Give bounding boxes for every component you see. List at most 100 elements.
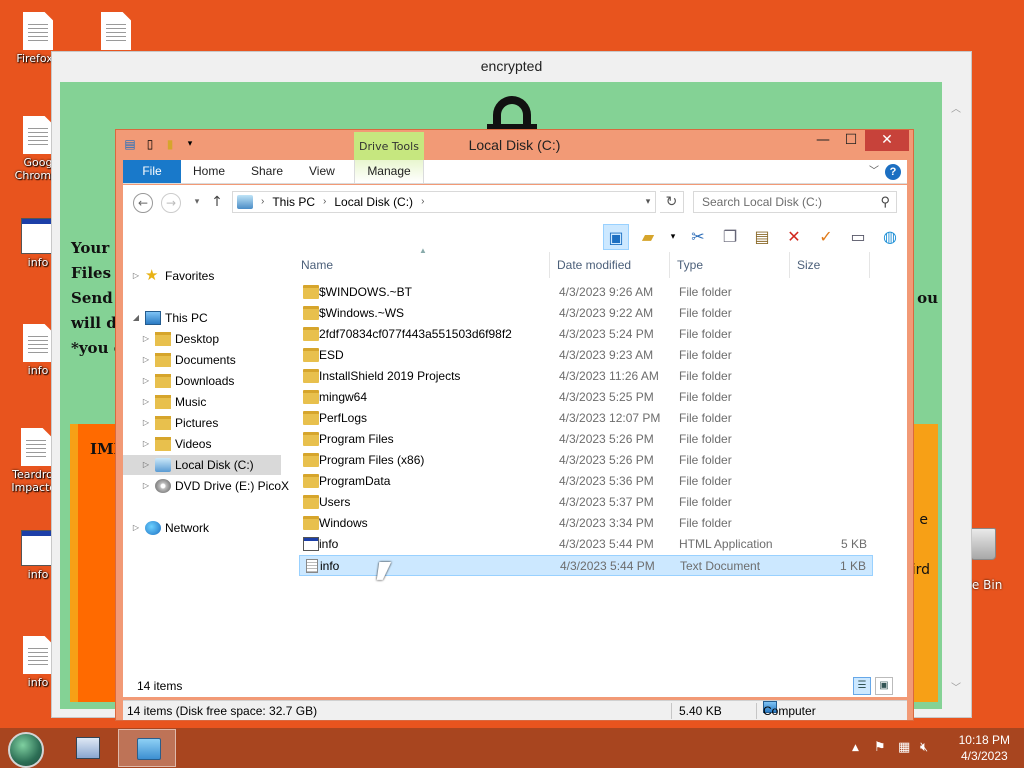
- table-row[interactable]: 2fdf70834cf077f443a551503d6f98f2 4/3/2023…: [299, 324, 873, 345]
- tab-home[interactable]: Home: [193, 160, 225, 183]
- folder-options-icon[interactable]: ▰: [635, 224, 661, 250]
- table-row[interactable]: Program Files (x86) 4/3/2023 5:26 PM File …: [299, 450, 873, 471]
- html-application-icon: [303, 537, 319, 551]
- tab-file[interactable]: File: [123, 160, 181, 183]
- refresh-button[interactable]: ↻: [660, 191, 684, 213]
- expand-icon[interactable]: ▷: [141, 476, 151, 496]
- large-icons-view-icon[interactable]: ▣: [875, 677, 893, 695]
- back-button[interactable]: ←: [133, 193, 153, 213]
- expand-icon[interactable]: ▷: [131, 266, 141, 286]
- file-type: File folder: [679, 453, 732, 467]
- nav-item-music[interactable]: ▷ Music: [141, 392, 206, 412]
- search-icon[interactable]: ⚲: [880, 192, 890, 212]
- table-row[interactable]: info 4/3/2023 5:44 PM HTML Application 5 KB: [299, 534, 873, 555]
- breadcrumb-separator-icon[interactable]: ›: [421, 192, 424, 212]
- expand-icon[interactable]: ▷: [141, 392, 151, 412]
- rename-icon[interactable]: ✓: [813, 224, 839, 250]
- column-header-date[interactable]: Date modified: [557, 254, 631, 276]
- dropdown-icon[interactable]: ▾: [667, 224, 679, 250]
- vertical-scrollbar[interactable]: ︿ ﹀: [947, 82, 965, 709]
- nav-item-videos[interactable]: ▷ Videos: [141, 434, 211, 454]
- collapse-icon[interactable]: ◢: [131, 308, 141, 328]
- table-row[interactable]: InstallShield 2019 Projects 4/3/2023 11:2…: [299, 366, 873, 387]
- table-row[interactable]: PerfLogs 4/3/2023 12:07 PM File folder: [299, 408, 873, 429]
- taskbar-explorer-button[interactable]: [118, 729, 176, 767]
- globe-icon[interactable]: ◍: [877, 224, 903, 250]
- expand-ribbon-icon[interactable]: ﹀: [869, 160, 879, 183]
- preview-pane-icon[interactable]: ▣: [603, 224, 629, 250]
- volume-muted-icon[interactable]: 🔇︎: [920, 728, 928, 768]
- scroll-up-icon[interactable]: ︿: [950, 100, 962, 115]
- taskbar-app-button[interactable]: [58, 729, 116, 767]
- file-date: 4/3/2023 12:07 PM: [559, 411, 661, 425]
- expand-icon[interactable]: ▷: [141, 455, 151, 475]
- minimize-button[interactable]: —: [809, 130, 837, 151]
- maximize-button[interactable]: ☐: [837, 130, 865, 151]
- table-row[interactable]: $WINDOWS.~BT 4/3/2023 9:26 AM File folder: [299, 282, 873, 303]
- expand-icon[interactable]: ▷: [141, 350, 151, 370]
- nav-item-this-pc[interactable]: ◢ This PC: [131, 308, 208, 328]
- file-type: File folder: [679, 432, 732, 446]
- paste-icon[interactable]: ▤: [749, 224, 775, 250]
- breadcrumb-this-pc[interactable]: This PC: [272, 192, 315, 212]
- expand-icon[interactable]: ▷: [141, 413, 151, 433]
- file-name: $WINDOWS.~BT: [319, 285, 413, 299]
- breadcrumb-local-disk[interactable]: Local Disk (C:): [334, 192, 413, 212]
- nav-item-favorites[interactable]: ▷ ★ Favorites: [131, 266, 214, 286]
- breadcrumb-separator-icon[interactable]: ›: [261, 192, 264, 212]
- column-header-type[interactable]: Type: [677, 254, 703, 276]
- delete-icon[interactable]: ✕: [781, 224, 807, 250]
- nav-item-downloads[interactable]: ▷ Downloads: [141, 371, 234, 391]
- expand-icon[interactable]: ▷: [141, 434, 151, 454]
- properties-icon[interactable]: ▭: [845, 224, 871, 250]
- desktop-icon-file[interactable]: [84, 12, 148, 52]
- table-row[interactable]: mingw64 4/3/2023 5:25 PM File folder: [299, 387, 873, 408]
- scroll-down-icon[interactable]: ﹀: [950, 679, 962, 694]
- file-name: PerfLogs: [319, 411, 368, 425]
- tab-manage[interactable]: Manage: [354, 160, 424, 183]
- show-hidden-icons-icon[interactable]: ▲: [852, 728, 859, 768]
- table-row[interactable]: Users 4/3/2023 5:37 PM File folder: [299, 492, 873, 513]
- nav-item-local-disk[interactable]: ▷ Local Disk (C:): [123, 455, 281, 475]
- breadcrumb-separator-icon[interactable]: ›: [323, 192, 326, 212]
- system-clock[interactable]: 10:18 PM 4/3/2023: [959, 732, 1010, 764]
- nav-item-pictures[interactable]: ▷ Pictures: [141, 413, 218, 433]
- expand-icon[interactable]: ▷: [141, 329, 151, 349]
- file-date: 4/3/2023 3:34 PM: [559, 516, 654, 530]
- tab-view[interactable]: View: [309, 160, 335, 183]
- ribbon-tabs: File Home Share View Manage ﹀ ?: [123, 160, 907, 184]
- copy-icon[interactable]: ❐: [717, 224, 743, 250]
- recent-locations-icon[interactable]: ▾: [187, 193, 207, 213]
- file-explorer-window[interactable]: ▤ ▯ ▮ ▾ Drive Tools Local Disk (C:) — ☐ …: [115, 129, 914, 721]
- address-bar[interactable]: › This PC › Local Disk (C:) ›: [232, 191, 656, 213]
- table-row[interactable]: Windows 4/3/2023 3:34 PM File folder: [299, 513, 873, 534]
- details-view-icon[interactable]: ☰: [853, 677, 871, 695]
- action-center-flag-icon[interactable]: ⚑: [874, 728, 886, 768]
- expand-icon[interactable]: ▷: [131, 518, 141, 538]
- nav-item-documents[interactable]: ▷ Documents: [141, 350, 236, 370]
- table-row[interactable]: $Windows.~WS 4/3/2023 9:22 AM File folder: [299, 303, 873, 324]
- document-icon: [23, 12, 53, 50]
- nav-item-label: Downloads: [175, 374, 235, 388]
- close-button[interactable]: ✕: [865, 130, 909, 151]
- nav-item-network[interactable]: ▷ Network: [131, 518, 209, 538]
- table-row[interactable]: ProgramData 4/3/2023 5:36 PM File folder: [299, 471, 873, 492]
- cut-icon[interactable]: ✂: [685, 224, 711, 250]
- table-row[interactable]: Program Files 4/3/2023 5:26 PM File folder: [299, 429, 873, 450]
- search-input[interactable]: Search Local Disk (C:) ⚲: [693, 191, 897, 213]
- up-button[interactable]: ↑: [207, 193, 227, 213]
- address-dropdown-icon[interactable]: ▾: [640, 191, 656, 213]
- title-bar[interactable]: ▤ ▯ ▮ ▾ Drive Tools Local Disk (C:) — ☐ …: [116, 130, 913, 160]
- nav-item-dvd-drive[interactable]: ▷ DVD Drive (E:) PicoX: [141, 476, 289, 496]
- file-name: Windows: [319, 516, 368, 530]
- start-button[interactable]: [8, 732, 44, 768]
- table-row[interactable]: ESD 4/3/2023 9:23 AM File folder: [299, 345, 873, 366]
- expand-icon[interactable]: ▷: [141, 371, 151, 391]
- column-header-name[interactable]: Name: [301, 254, 333, 276]
- network-status-icon[interactable]: ▦: [898, 728, 910, 768]
- tab-share[interactable]: Share: [251, 160, 283, 183]
- help-icon[interactable]: ?: [885, 164, 901, 180]
- forward-button[interactable]: →: [161, 193, 181, 213]
- column-header-size[interactable]: Size: [797, 254, 820, 276]
- nav-item-desktop[interactable]: ▷ Desktop: [141, 329, 219, 349]
